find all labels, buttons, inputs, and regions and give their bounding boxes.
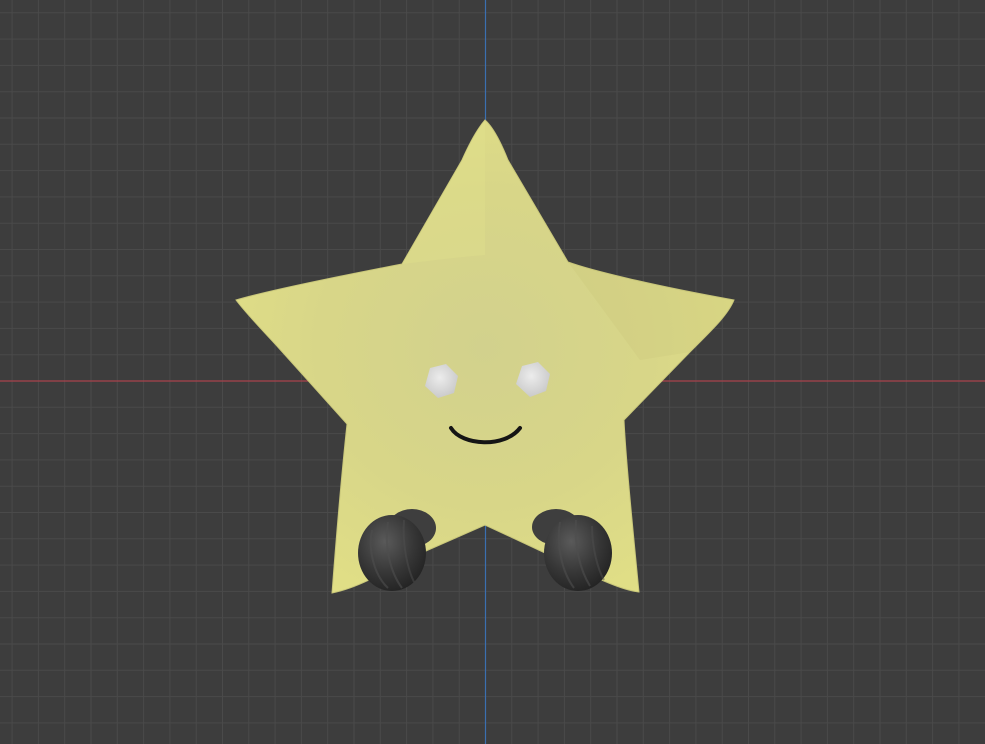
scene-render [235,119,735,594]
3d-viewport[interactable] [0,0,985,744]
